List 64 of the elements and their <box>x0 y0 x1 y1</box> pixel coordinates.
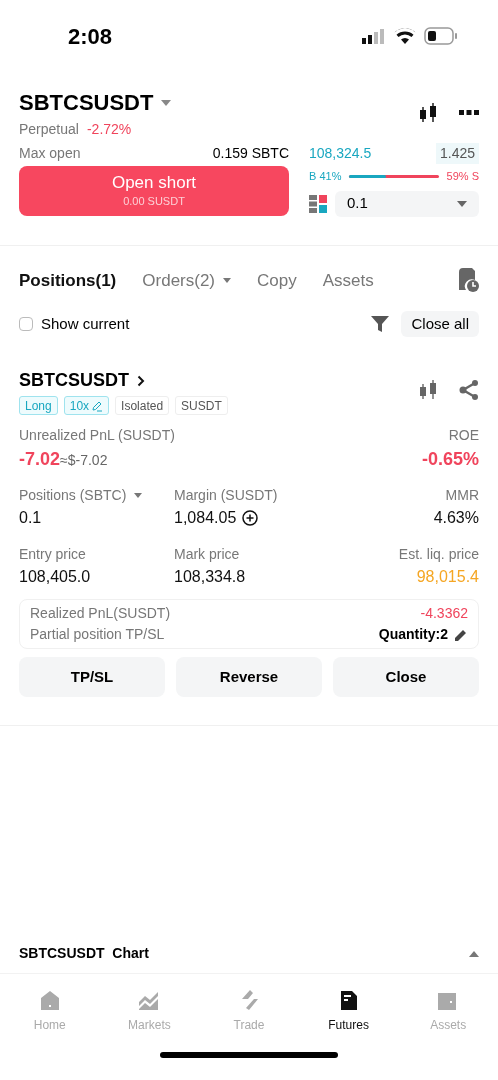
position-tag: Isolated <box>115 396 170 415</box>
unrealized-pnl-usd: ≈$-7.02 <box>60 451 108 470</box>
chart-bar-title[interactable]: SBTCSUSDT Chart <box>19 943 149 964</box>
add-icon[interactable] <box>242 510 259 526</box>
field-value: 108,334.8 <box>174 567 246 587</box>
action-button[interactable]: Close <box>333 657 479 697</box>
show-current-label: Show current <box>41 313 130 334</box>
contract-type: Perpetual <box>19 120 79 139</box>
roe-label: ROE <box>447 426 479 445</box>
price-change: -2.72% <box>86 120 132 139</box>
tab[interactable]: Orders(2) <box>142 267 232 293</box>
field-label: MMR <box>445 486 479 505</box>
position-tag: Long <box>19 396 58 415</box>
buy-ratio: B 41% <box>309 169 342 184</box>
wifi-icon <box>394 28 416 44</box>
field-value: 4.63% <box>433 508 479 528</box>
realized-pnl-value: -4.3362 <box>420 604 468 623</box>
show-current-checkbox[interactable] <box>19 317 33 331</box>
symbol-title[interactable]: SBTCSUSDT <box>19 86 154 119</box>
expand-icon[interactable] <box>469 950 479 957</box>
tpsl-label: Partial position TP/SL <box>30 625 165 644</box>
step-dropdown[interactable]: 0.1 <box>335 190 479 217</box>
field-label: Positions (SBTC) <box>19 486 127 505</box>
max-open-label: Max open <box>19 143 81 163</box>
nav-tab[interactable]: Futures <box>298 988 399 1048</box>
position-symbol[interactable]: SBTCSUSDT <box>19 367 129 394</box>
layout-icon[interactable] <box>309 194 327 213</box>
realized-pnl-label: Realized PnL(SUSDT) <box>30 604 171 623</box>
caret-icon[interactable] <box>134 493 143 498</box>
field-label: Margin (SUSDT) <box>174 486 278 505</box>
battery-icon <box>424 27 458 45</box>
tab[interactable]: Copy <box>257 267 297 293</box>
edit-icon[interactable] <box>454 627 468 642</box>
field-value: 1,084.05 <box>174 508 237 528</box>
order-book-price: 108,324.5 <box>309 143 372 163</box>
share-icon[interactable] <box>459 380 479 400</box>
action-button[interactable]: Reverse <box>176 657 322 697</box>
order-book-size: 1.425 <box>435 142 479 164</box>
roe-value: -0.65% <box>421 448 479 471</box>
max-open-value: 0.159 SBTC <box>212 143 289 163</box>
signal-icon <box>362 28 386 44</box>
history-icon[interactable] <box>457 268 479 293</box>
field-value: 108,405.0 <box>19 567 91 587</box>
candlestick-icon[interactable] <box>417 102 439 124</box>
field-label: Est. liq. price <box>398 545 479 564</box>
field-value: 98,015.4 <box>416 567 479 587</box>
unrealized-pnl-label: Unrealized PnL (SUSDT) <box>19 426 175 445</box>
chevron-icon <box>137 374 145 387</box>
field-label: Entry price <box>19 545 86 564</box>
caret-icon <box>161 99 172 106</box>
action-button[interactable]: TP/SL <box>19 657 165 697</box>
filter-icon[interactable] <box>371 315 390 333</box>
more-icon[interactable] <box>459 110 479 116</box>
close-all-button[interactable]: Close all <box>401 311 479 337</box>
field-label: Mark price <box>174 545 240 564</box>
tpsl-quantity: Quantity:2 <box>378 625 448 644</box>
sell-ratio: 59% S <box>446 169 479 184</box>
unrealized-pnl-value: -7.02 <box>19 448 61 471</box>
tab[interactable]: Assets <box>322 267 374 293</box>
edit-icon <box>91 399 104 412</box>
tab[interactable]: Positions(1) <box>19 267 117 293</box>
field-value: 0.1 <box>19 508 42 528</box>
status-time: 2:08 <box>68 22 113 51</box>
position-tag: SUSDT <box>175 396 228 415</box>
